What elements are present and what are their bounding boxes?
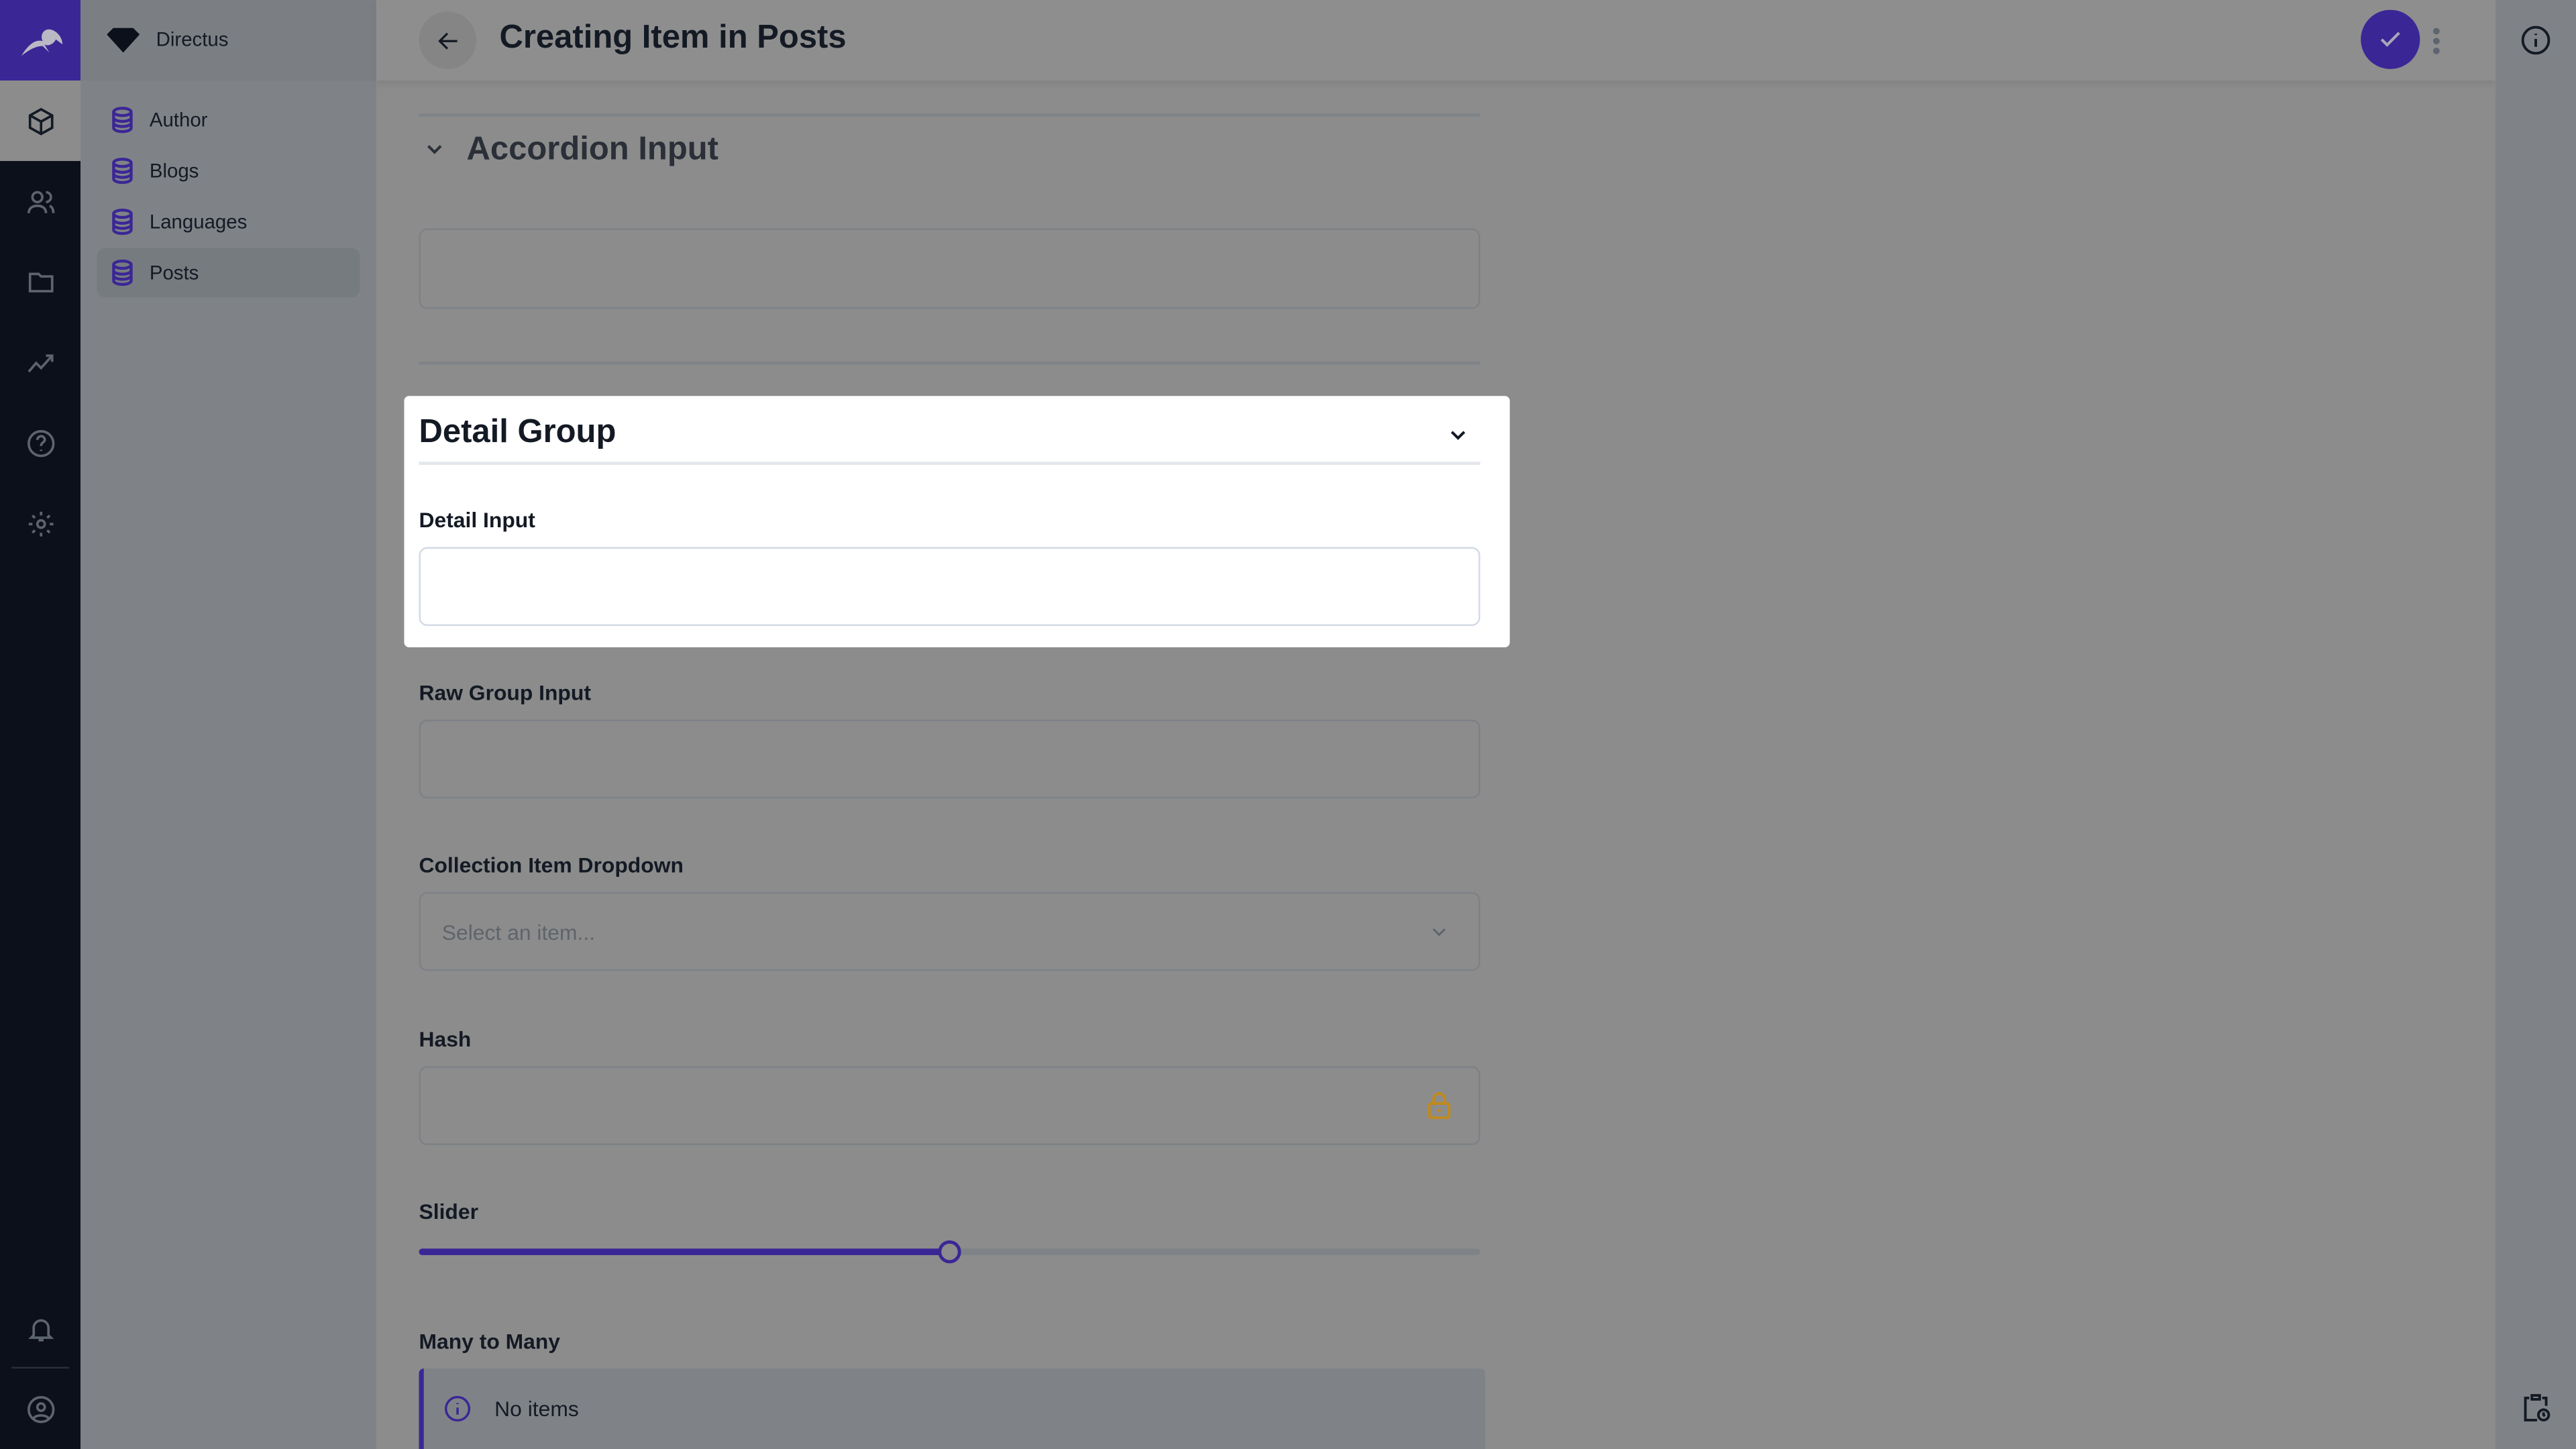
accordion-input[interactable] [419,228,1481,309]
accordion-title[interactable]: Accordion Input [467,131,719,169]
chevron-down-icon [427,145,442,154]
slider-track[interactable] [419,1240,1481,1264]
chevron-down-icon [1450,431,1466,440]
lock-icon [1428,1092,1451,1120]
group-divider [419,462,1481,466]
revisions-clipboard-icon[interactable] [2520,1391,2552,1431]
chevron-down-icon [1432,928,1446,936]
info-icon[interactable] [2520,25,2552,64]
users-module-icon[interactable] [23,184,57,218]
section-divider [419,113,1481,117]
m2m-notice: No items [419,1368,1485,1449]
dropdown-label: Collection Item Dropdown [419,853,684,877]
hash-label: Hash [419,1026,472,1052]
nav-item-label: Languages [149,210,248,233]
project-name: Directus [156,28,229,51]
project-header[interactable]: Directus [80,0,376,81]
arrow-left-icon [437,32,457,49]
slider-label: Slider [419,1199,478,1224]
nav-item-author[interactable]: Author [97,95,360,144]
hash-input[interactable] [419,1066,1481,1145]
slider-thumb[interactable] [938,1240,961,1264]
slider-fill [419,1248,950,1256]
files-module-icon[interactable] [23,264,57,299]
check-icon [2380,32,2400,47]
detail-input[interactable] [419,547,1481,627]
database-icon [112,209,133,235]
project-icon [107,28,140,53]
directus-logo[interactable] [0,0,81,81]
detail-group-toggle[interactable] [1448,424,1469,453]
more-options-icon[interactable] [2430,25,2443,58]
insights-module-icon[interactable] [23,345,57,379]
raw-group-label: Raw Group Input [419,680,591,705]
m2m-label: Many to Many [419,1329,561,1354]
dropdown-placeholder: Select an item... [441,920,596,945]
page-title: Creating Item in Posts [499,19,847,56]
accordion-toggle[interactable] [424,138,445,168]
nav-item-label: Posts [149,261,199,284]
save-button[interactable] [2361,9,2420,69]
detail-group-panel: Detail Group Detail Input [404,396,1510,647]
help-icon[interactable] [23,425,57,460]
collection-item-dropdown[interactable]: Select an item... [419,892,1481,971]
nav-item-blogs[interactable]: Blogs [97,146,360,195]
nav-item-posts[interactable]: Posts [97,248,360,298]
user-avatar-icon[interactable] [23,1391,57,1426]
raw-group-input[interactable] [419,719,1481,799]
settings-gear-icon[interactable] [23,506,57,540]
nav-item-label: Blogs [149,159,199,182]
section-divider [419,361,1481,365]
detail-group-title: Detail Group [419,414,616,451]
notifications-bell-icon[interactable] [23,1311,57,1345]
info-icon [444,1395,471,1422]
nav-item-languages[interactable]: Languages [97,197,360,246]
sidebar-right [2496,0,2576,1449]
database-icon [112,107,133,133]
rail-divider [11,1366,69,1369]
back-button[interactable] [419,11,477,69]
content-module-icon[interactable] [23,103,57,138]
database-icon [112,158,133,184]
m2m-empty-text: No items [494,1396,579,1421]
detail-input-label: Detail Input [419,507,535,533]
header-bar: Creating Item in Posts [376,0,2496,81]
nav-item-label: Author [149,108,208,131]
database-icon [112,259,133,286]
